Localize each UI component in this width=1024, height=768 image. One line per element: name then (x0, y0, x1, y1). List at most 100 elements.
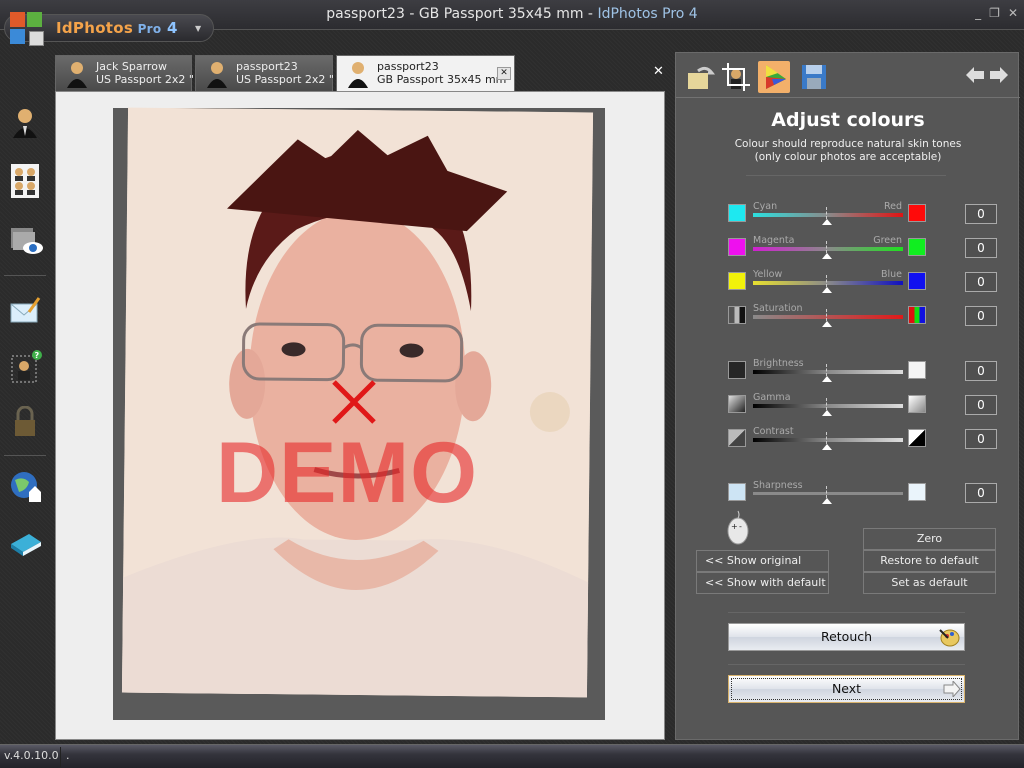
next-button[interactable]: Next (728, 675, 965, 703)
sidebar-divider (4, 275, 46, 276)
close-all-tabs-button[interactable]: ✕ (653, 64, 664, 79)
saturation-value[interactable]: 0 (965, 306, 997, 326)
demo-cross-mark (332, 380, 376, 424)
contrast-value[interactable]: 0 (965, 429, 997, 449)
slider-thumb[interactable] (822, 287, 832, 293)
chevron-down-icon[interactable]: ▼ (195, 24, 201, 33)
gamma-value[interactable]: 0 (965, 395, 997, 415)
status-divider (60, 747, 61, 767)
zero-button[interactable]: Zero (863, 528, 996, 550)
person-icon (207, 62, 227, 88)
slider-thumb[interactable] (822, 321, 832, 327)
slider-label: Yellow (753, 269, 783, 280)
version-label: v.4.0.10.0 (4, 749, 59, 762)
slider-label: Saturation (753, 303, 803, 314)
tab-passport23-us[interactable]: passport23 US Passport 2x2 " (195, 55, 334, 91)
panel-divider (676, 97, 1020, 98)
brightness-slider[interactable] (753, 370, 903, 374)
save-icon[interactable] (798, 61, 830, 93)
tab-format: US Passport 2x2 " (96, 73, 194, 86)
demo-watermark: DEMO (216, 425, 478, 521)
crop-icon[interactable] (720, 61, 752, 93)
slider-thumb[interactable] (822, 376, 832, 382)
slider-thumb[interactable] (822, 444, 832, 450)
restore-button[interactable]: ❐ (989, 6, 1000, 20)
tab-name: passport23 (236, 60, 298, 73)
photo-sheet-icon[interactable] (9, 164, 41, 198)
cyan-red-slider[interactable] (753, 213, 903, 217)
slider-center-tick (826, 398, 827, 410)
app-logo-text: IdPhotos Pro 4 (56, 19, 178, 37)
tab-passport23-gb[interactable]: passport23 GB Passport 35x45 mm ✕ (336, 55, 515, 92)
dark-swatch (728, 361, 746, 379)
next-step-arrow-icon[interactable] (990, 67, 1008, 83)
app-logo-icon (10, 12, 46, 46)
svg-text:?: ? (35, 351, 40, 360)
slider-label: Gamma (753, 392, 791, 403)
gamma-slider[interactable] (753, 404, 903, 408)
brightness-value[interactable]: 0 (965, 361, 997, 381)
lock-icon[interactable] (9, 405, 41, 438)
slider-label: Sharpness (753, 480, 803, 491)
contrast-low-swatch (728, 429, 746, 447)
previous-step-arrow-icon[interactable] (966, 67, 984, 83)
help-size-icon[interactable]: ? (9, 350, 42, 383)
adjust-colours-panel: Adjust colours Colour should reproduce n… (675, 52, 1020, 740)
yellow-blue-value[interactable]: 0 (965, 272, 997, 292)
slider-thumb[interactable] (822, 253, 832, 259)
slider-row-sharpness: Sharpness 0 (676, 480, 1020, 512)
sharp-swatch (908, 483, 926, 501)
tab-format: GB Passport 35x45 mm (377, 73, 507, 86)
slider-right-label: Red (883, 201, 902, 212)
show-original-button[interactable]: << Show original (696, 550, 829, 572)
arrow-right-icon (943, 681, 961, 697)
status-text: . (66, 749, 70, 762)
contrast-slider[interactable] (753, 438, 903, 442)
person-icon[interactable] (9, 106, 41, 138)
slider-center-tick (826, 241, 827, 253)
contrast-high-swatch (908, 429, 926, 447)
set-as-default-button[interactable]: Set as default (863, 572, 996, 594)
svg-text:-: - (739, 522, 742, 531)
panel-divider (746, 175, 946, 176)
colour-icon[interactable] (758, 61, 790, 93)
magenta-green-value[interactable]: 0 (965, 238, 997, 258)
slider-right-label: Green (873, 235, 902, 246)
show-with-default-button[interactable]: << Show with default (696, 572, 829, 594)
panel-subtitle: Colour should reproduce natural skin ton… (734, 138, 962, 150)
retouch-button[interactable]: Retouch (728, 623, 965, 651)
retouch-label: Retouch (820, 629, 873, 644)
tab-jack-sparrow[interactable]: Jack Sparrow US Passport 2x2 " (55, 55, 194, 91)
minimize-button[interactable]: _ (975, 6, 981, 20)
slider-label: Magenta (753, 235, 795, 246)
magenta-swatch (728, 238, 746, 256)
slider-label: Contrast (753, 426, 794, 437)
close-window-button[interactable]: ✕ (1008, 6, 1018, 20)
saturation-slider[interactable] (753, 315, 903, 319)
panel-subtitle-note: (only colour photos are acceptable) (754, 151, 942, 163)
slider-thumb[interactable] (822, 219, 832, 225)
cyan-red-value[interactable]: 0 (965, 204, 997, 224)
email-icon[interactable] (9, 294, 41, 326)
manual-book-icon[interactable] (9, 526, 41, 558)
web-home-icon[interactable] (9, 470, 41, 502)
slider-center-tick (826, 432, 827, 444)
folder-view-icon[interactable] (9, 224, 43, 256)
close-tab-button[interactable]: ✕ (497, 67, 511, 80)
yellow-blue-slider[interactable] (753, 281, 903, 285)
open-icon[interactable] (684, 61, 716, 93)
magenta-green-slider[interactable] (753, 247, 903, 251)
green-swatch (908, 238, 926, 256)
slider-row-contrast: Contrast 0 (676, 426, 1020, 458)
restore-default-button[interactable]: Restore to default (863, 550, 996, 572)
gamma-high-swatch (908, 395, 926, 413)
sharpness-value[interactable]: 0 (965, 483, 997, 503)
slider-row-yellow-blue: Yellow Blue 0 (676, 269, 1020, 301)
desaturated-swatch (728, 306, 746, 324)
slider-thumb[interactable] (822, 410, 832, 416)
svg-text:+: + (731, 522, 738, 531)
slider-thumb[interactable] (822, 498, 832, 504)
tab-format: US Passport 2x2 " (236, 73, 334, 86)
red-swatch (908, 204, 926, 222)
sharpness-slider[interactable] (753, 492, 903, 495)
